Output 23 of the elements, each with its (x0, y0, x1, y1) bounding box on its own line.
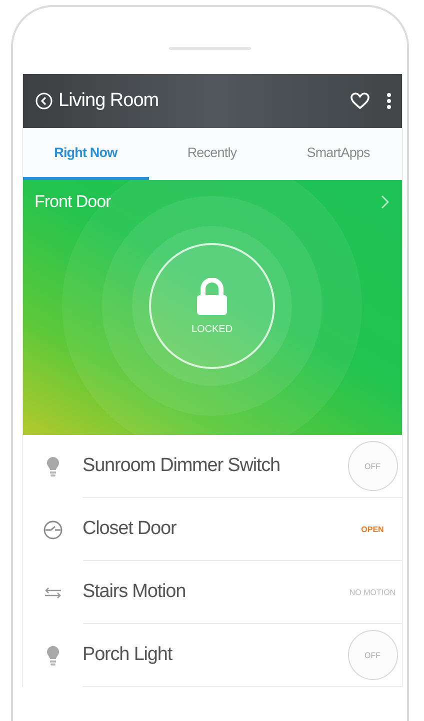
arrows-icon (44, 586, 62, 598)
back-icon[interactable] (34, 92, 52, 110)
lock-button[interactable]: LOCKED (149, 243, 275, 369)
light-bulb-icon (46, 644, 60, 666)
light-bulb-icon (46, 456, 60, 478)
toggle-button[interactable]: OFF (348, 630, 398, 680)
status-label: NO MOTION (348, 588, 397, 596)
device-name[interactable]: Porch Light (82, 644, 172, 666)
room-title: Living Room (58, 90, 159, 112)
door-sensor-icon (42, 520, 62, 540)
device-title: Front Door (34, 192, 111, 212)
toggle-button[interactable]: OFF (348, 441, 398, 491)
device-name[interactable]: Sunroom Dimmer Switch (82, 455, 280, 477)
heart-icon[interactable] (350, 92, 370, 110)
padlock-icon (195, 278, 229, 316)
tab[interactable]: Recently (148, 128, 276, 180)
menu-icon[interactable] (386, 92, 392, 110)
device-name[interactable]: Stairs Motion (82, 581, 186, 603)
tab[interactable]: SmartApps (275, 128, 402, 180)
status-label: OPEN (360, 524, 385, 534)
lock-panel[interactable]: Front Door LOCKED (22, 180, 402, 435)
device-name[interactable]: Closet Door (82, 518, 176, 540)
chevron-icon (380, 194, 390, 210)
